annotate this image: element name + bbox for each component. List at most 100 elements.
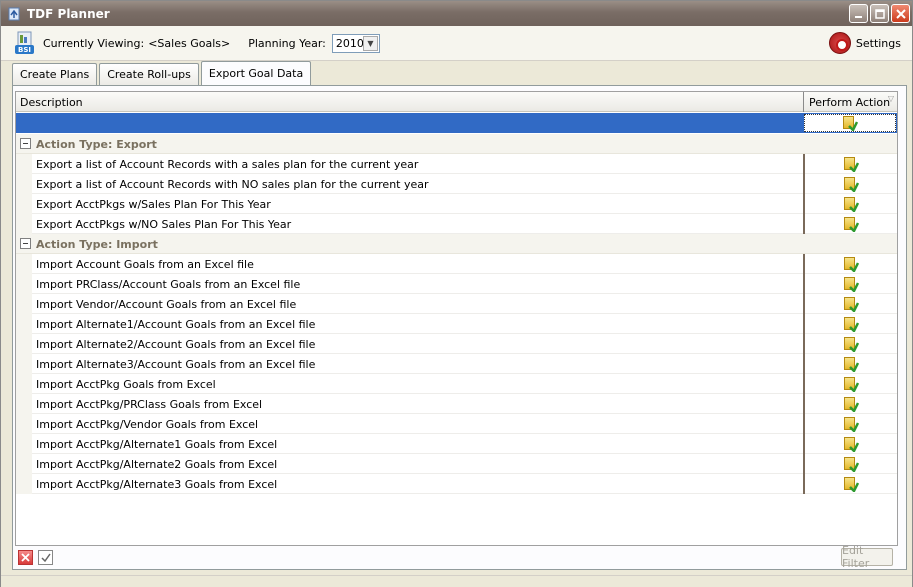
tab-create-plans[interactable]: Create Plans: [12, 63, 98, 85]
perform-action-cell[interactable]: [803, 454, 897, 474]
row-indent: [16, 194, 32, 214]
perform-action-cell[interactable]: [803, 174, 897, 194]
row-indent: [16, 254, 32, 274]
close-icon: [21, 553, 30, 562]
perform-action-cell[interactable]: [803, 474, 897, 494]
table-row[interactable]: Import AcctPkg/Vendor Goals from Excel: [16, 414, 897, 434]
table-row[interactable]: Import Alternate1/Account Goals from an …: [16, 314, 897, 334]
maximize-button[interactable]: [870, 4, 889, 23]
row-description: Export AcctPkgs w/Sales Plan For This Ye…: [36, 198, 271, 211]
export-action-icon[interactable]: [844, 257, 859, 272]
table-row[interactable]: Import AcctPkg Goals from Excel: [16, 374, 897, 394]
export-action-icon[interactable]: [843, 116, 858, 131]
table-row[interactable]: Export a list of Account Records with a …: [16, 154, 897, 174]
export-action-icon[interactable]: [844, 417, 859, 432]
edit-filter-button[interactable]: Edit Filter: [841, 544, 893, 570]
window-controls: [849, 4, 910, 23]
filter-enable-checkbox[interactable]: [38, 550, 53, 565]
settings-button[interactable]: Settings: [828, 32, 901, 54]
export-action-icon[interactable]: [844, 317, 859, 332]
row-description: Import AcctPkg Goals from Excel: [36, 378, 216, 391]
table-row[interactable]: Import AcctPkg/Alternate1 Goals from Exc…: [16, 434, 897, 454]
table-row[interactable]: Import AcctPkg/Alternate3 Goals from Exc…: [16, 474, 897, 494]
table-row[interactable]: Import Alternate3/Account Goals from an …: [16, 354, 897, 374]
export-action-icon[interactable]: [844, 357, 859, 372]
export-action-icon[interactable]: [844, 457, 859, 472]
perform-action-cell[interactable]: [803, 334, 897, 354]
column-header-description[interactable]: Description: [20, 96, 83, 109]
collapse-toggle-icon[interactable]: [20, 138, 31, 149]
perform-action-cell[interactable]: [803, 314, 897, 334]
table-row[interactable]: Import AcctPkg/Alternate2 Goals from Exc…: [16, 454, 897, 474]
planning-year-select[interactable]: 2010 ▼: [331, 33, 380, 53]
tab-create-rollups[interactable]: Create Roll-ups: [99, 63, 199, 85]
row-indent: [16, 414, 32, 434]
perform-action-cell[interactable]: [803, 434, 897, 454]
row-description: Export AcctPkgs w/NO Sales Plan For This…: [36, 218, 292, 231]
status-bar: [1, 575, 912, 587]
row-description: Import PRClass/Account Goals from an Exc…: [36, 278, 301, 291]
perform-action-cell[interactable]: [803, 354, 897, 374]
row-indent: [16, 294, 32, 314]
row-description: Import AcctPkg/Vendor Goals from Excel: [36, 418, 259, 431]
table-row[interactable]: Export AcctPkgs w/NO Sales Plan For This…: [16, 214, 897, 234]
perform-action-cell[interactable]: [803, 154, 897, 174]
planning-year-value: 2010: [335, 36, 364, 50]
filter-action-cell[interactable]: [804, 114, 896, 132]
grid-footer: Edit Filter: [15, 544, 898, 570]
export-action-icon[interactable]: [844, 397, 859, 412]
planning-year-label: Planning Year:: [248, 36, 326, 50]
perform-action-cell[interactable]: [803, 274, 897, 294]
group-row: Action Type: Import: [16, 234, 897, 254]
perform-action-cell[interactable]: [803, 414, 897, 434]
viewing-label: Currently Viewing:: [43, 36, 145, 50]
app-window: TDF Planner BSI Currently Viewing: <Sale…: [0, 0, 913, 587]
export-action-icon[interactable]: [844, 197, 859, 212]
tab-export-goal-data[interactable]: Export Goal Data: [200, 61, 312, 85]
close-button[interactable]: [891, 4, 910, 23]
svg-text:BSI: BSI: [18, 46, 31, 54]
column-header-perform-action[interactable]: Perform Action ▽: [803, 92, 897, 112]
column-header-perform-action-label: Perform Action: [809, 96, 891, 109]
perform-action-cell[interactable]: [803, 194, 897, 214]
minimize-button[interactable]: [849, 4, 868, 23]
export-action-icon[interactable]: [844, 277, 859, 292]
bsi-logo-icon: BSI: [15, 31, 35, 55]
row-description: Export a list of Account Records with NO…: [36, 178, 429, 191]
table-row[interactable]: Import Vendor/Account Goals from an Exce…: [16, 294, 897, 314]
export-action-icon[interactable]: [844, 157, 859, 172]
sort-icon[interactable]: ▽: [888, 94, 894, 103]
row-description: Import Alternate2/Account Goals from an …: [36, 338, 316, 351]
row-description: Import AcctPkg/Alternate3 Goals from Exc…: [36, 478, 278, 491]
export-action-icon[interactable]: [844, 337, 859, 352]
table-row[interactable]: Export AcctPkgs w/Sales Plan For This Ye…: [16, 194, 897, 214]
clear-filter-button[interactable]: [18, 550, 33, 565]
viewing-value: <Sales Goals>: [148, 36, 231, 50]
row-indent: [16, 434, 32, 454]
perform-action-cell[interactable]: [803, 294, 897, 314]
export-action-icon[interactable]: [844, 477, 859, 492]
table-row[interactable]: Import Alternate2/Account Goals from an …: [16, 334, 897, 354]
row-description: Import Alternate3/Account Goals from an …: [36, 358, 316, 371]
filter-row[interactable]: [16, 113, 897, 133]
table-row[interactable]: Import PRClass/Account Goals from an Exc…: [16, 274, 897, 294]
perform-action-cell[interactable]: [803, 374, 897, 394]
perform-action-cell[interactable]: [803, 394, 897, 414]
table-row[interactable]: Export a list of Account Records with NO…: [16, 174, 897, 194]
export-action-icon[interactable]: [844, 377, 859, 392]
minimize-icon: [854, 15, 862, 18]
export-action-icon[interactable]: [844, 217, 859, 232]
table-row[interactable]: Import AcctPkg/PRClass Goals from Excel: [16, 394, 897, 414]
chevron-down-icon[interactable]: ▼: [362, 35, 378, 51]
toolbar: BSI Currently Viewing: <Sales Goals> Pla…: [1, 26, 912, 61]
actions-grid: Description Perform Action ▽ Action Type…: [15, 91, 898, 546]
settings-label: Settings: [855, 36, 901, 50]
export-action-icon[interactable]: [844, 437, 859, 452]
collapse-toggle-icon[interactable]: [20, 238, 31, 249]
export-action-icon[interactable]: [844, 177, 859, 192]
perform-action-cell[interactable]: [803, 214, 897, 234]
perform-action-cell[interactable]: [803, 254, 897, 274]
export-action-icon[interactable]: [844, 297, 859, 312]
title-bar[interactable]: TDF Planner: [1, 1, 912, 26]
table-row[interactable]: Import Account Goals from an Excel file: [16, 254, 897, 274]
